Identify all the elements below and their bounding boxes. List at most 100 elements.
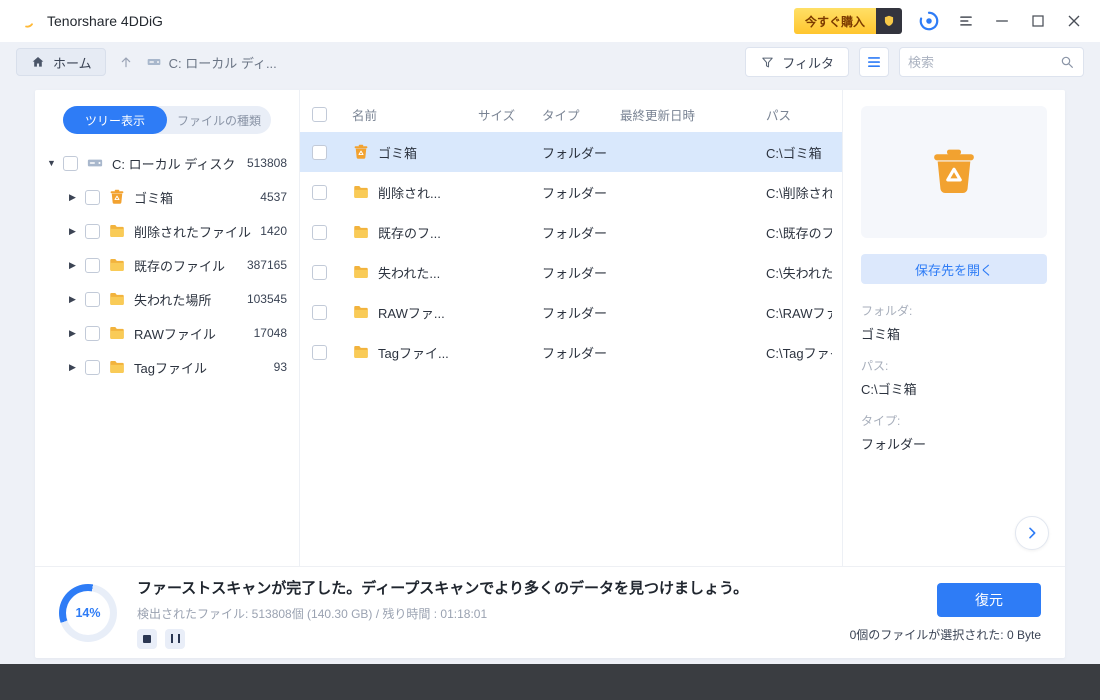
table-row[interactable]: 既存のフ... フォルダー C:\既存のファ... [300, 212, 842, 252]
caret-right-icon[interactable]: ▶ [69, 260, 85, 271]
cell-type: フォルダー [542, 263, 620, 282]
checkbox[interactable] [85, 258, 100, 273]
column-header-name[interactable]: 名前 [352, 105, 478, 124]
breadcrumb[interactable]: C: ローカル ディ... [146, 53, 277, 72]
tree-item-lost-location[interactable]: ▶ 失われた場所 103545 [35, 282, 299, 316]
statusbar: 14% ファーストスキャンが完了した。ディープスキャンでより多くのデータを見つけ… [35, 566, 1065, 658]
cell-type: フォルダー [542, 143, 620, 162]
cell-path: C:\既存のファ... [766, 223, 832, 242]
field-label: パス: [861, 357, 1047, 374]
checkbox[interactable] [85, 326, 100, 341]
tree-item-count: 387165 [241, 258, 287, 272]
main-card: ツリー表示 ファイルの種類 ▼ C: ローカル ディスク 513808 ▶ [35, 90, 1065, 658]
disk-icon [86, 154, 104, 172]
row-checkbox[interactable] [312, 265, 327, 280]
checkbox[interactable] [63, 156, 78, 171]
select-all-checkbox[interactable] [312, 107, 327, 122]
column-header-path[interactable]: パス [766, 105, 832, 124]
chevron-right-icon [1024, 525, 1040, 541]
row-checkbox[interactable] [312, 225, 327, 240]
selection-summary: 0個のファイルが選択された: 0 Byte [850, 626, 1041, 643]
tree-item-count: 513808 [241, 156, 287, 170]
menu-icon[interactable] [956, 11, 976, 31]
column-header-type[interactable]: タイプ [542, 105, 620, 124]
view-tabs: ツリー表示 ファイルの種類 [63, 106, 271, 134]
checkbox[interactable] [85, 190, 100, 205]
field-value: ゴミ箱 [861, 324, 1047, 343]
list-view-icon [865, 53, 883, 71]
tree-item-count: 1420 [254, 224, 287, 238]
desktop-background [0, 664, 1100, 700]
cell-type: フォルダー [542, 183, 620, 202]
tree-item-tag-files[interactable]: ▶ Tagファイル 93 [35, 350, 299, 384]
disk-icon [146, 54, 162, 70]
maximize-icon[interactable] [1028, 11, 1048, 31]
tree-item-root[interactable]: ▼ C: ローカル ディスク 513808 [35, 146, 299, 180]
stop-scan-button[interactable] [137, 629, 157, 649]
titlebar-controls: 今すぐ購入 [794, 8, 1084, 34]
app-window: Tenorshare 4DDiG 今すぐ購入 ホーム C: ローカル ディ... [0, 0, 1100, 664]
checkbox[interactable] [85, 224, 100, 239]
minimize-icon[interactable] [992, 11, 1012, 31]
column-header-size[interactable]: サイズ [478, 105, 542, 124]
search-icon[interactable] [1059, 54, 1075, 70]
caret-right-icon[interactable]: ▶ [69, 328, 85, 339]
table-row[interactable]: 削除され... フォルダー C:\削除された... [300, 172, 842, 212]
up-arrow-icon[interactable] [118, 54, 134, 70]
field-label: フォルダ: [861, 302, 1047, 319]
promo-icon[interactable] [918, 10, 940, 32]
search-input[interactable] [908, 55, 1059, 70]
row-checkbox[interactable] [312, 345, 327, 360]
cell-type: フォルダー [542, 223, 620, 242]
license-badge-icon [876, 8, 902, 34]
caret-right-icon[interactable]: ▶ [69, 226, 85, 237]
table-row[interactable]: 失われた... フォルダー C:\失われた場所 [300, 252, 842, 292]
row-checkbox[interactable] [312, 185, 327, 200]
scan-progress-label: 14% [66, 591, 110, 635]
toolbar: ホーム C: ローカル ディ... フィルタ [0, 42, 1100, 82]
trash-icon [352, 143, 370, 161]
tree-item-existing-files[interactable]: ▶ 既存のファイル 387165 [35, 248, 299, 282]
caret-right-icon[interactable]: ▶ [69, 294, 85, 305]
restore-button[interactable]: 復元 [937, 583, 1041, 617]
folder-icon [352, 303, 370, 321]
view-mode-button[interactable] [859, 47, 889, 77]
tab-tree-view[interactable]: ツリー表示 [63, 106, 167, 134]
cell-path: C:\Tagファイル [766, 343, 832, 362]
checkbox[interactable] [85, 292, 100, 307]
status-texts: ファーストスキャンが完了した。ディープスキャンでより多くのデータを見つけましょう… [137, 577, 748, 649]
titlebar: Tenorshare 4DDiG 今すぐ購入 [0, 0, 1100, 42]
tree-item-raw-files[interactable]: ▶ RAWファイル 17048 [35, 316, 299, 350]
column-header-modified[interactable]: 最終更新日時 [620, 105, 766, 124]
cell-path: C:\失われた場所 [766, 263, 832, 282]
open-location-button[interactable]: 保存先を開く [861, 254, 1047, 284]
tree-item-label: RAWファイル [134, 324, 216, 343]
caret-right-icon[interactable]: ▶ [69, 192, 85, 203]
row-checkbox[interactable] [312, 305, 327, 320]
buy-button-label: 今すぐ購入 [794, 8, 876, 34]
tree-item-recycle-bin[interactable]: ▶ ゴミ箱 4537 [35, 180, 299, 214]
field-label: タイプ: [861, 412, 1047, 429]
caret-down-icon[interactable]: ▼ [47, 158, 63, 168]
home-button[interactable]: ホーム [16, 48, 106, 76]
next-page-button[interactable] [1015, 516, 1049, 550]
tree-item-label: 失われた場所 [134, 290, 211, 309]
table-row[interactable]: RAWファ... フォルダー C:\RAWファイ... [300, 292, 842, 332]
filter-button[interactable]: フィルタ [745, 47, 849, 77]
tree-item-deleted-files[interactable]: ▶ 削除されたファイル 1420 [35, 214, 299, 248]
file-table: 名前 サイズ タイプ 最終更新日時 パス ゴミ箱 フォルダー C:\ゴミ箱 [300, 90, 843, 566]
pause-scan-button[interactable] [165, 629, 185, 649]
home-icon [30, 54, 46, 70]
checkbox[interactable] [85, 360, 100, 375]
row-checkbox[interactable] [312, 145, 327, 160]
cell-name: ゴミ箱 [378, 143, 417, 162]
pause-icon [171, 634, 180, 643]
close-icon[interactable] [1064, 11, 1084, 31]
table-row[interactable]: Tagファイ... フォルダー C:\Tagファイル [300, 332, 842, 372]
table-row[interactable]: ゴミ箱 フォルダー C:\ゴミ箱 [300, 132, 842, 172]
tab-file-types[interactable]: ファイルの種類 [167, 106, 271, 134]
caret-right-icon[interactable]: ▶ [69, 362, 85, 373]
buy-button[interactable]: 今すぐ購入 [794, 8, 902, 34]
cell-name: 失われた... [378, 263, 440, 282]
folder-icon [108, 358, 126, 376]
